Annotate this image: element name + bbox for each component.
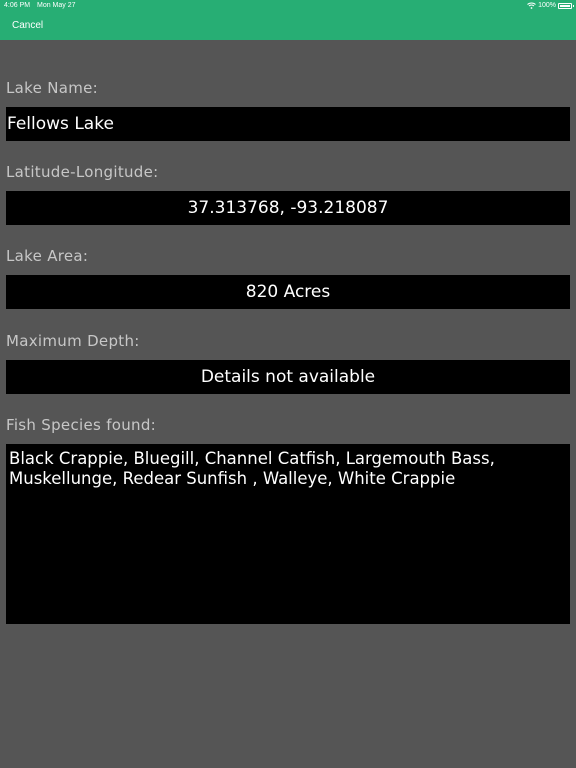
lat-long-field[interactable]: 37.313768, -93.218087 — [6, 191, 570, 225]
battery-percent: 100% — [538, 2, 556, 9]
fish-species-label: Fish Species found: — [6, 416, 157, 434]
lake-area-field[interactable]: 820 Acres — [6, 275, 570, 309]
lat-long-label: Latitude-Longitude: — [6, 163, 159, 181]
status-date: Mon May 27 — [37, 2, 76, 9]
navigation-bar: 4:06 PM Mon May 27 100% Cancel — [0, 0, 576, 40]
status-time: 4:06 PM — [4, 2, 31, 9]
cancel-button[interactable]: Cancel — [12, 19, 43, 32]
fish-species-field[interactable]: Black Crappie, Bluegill, Channel Catfish… — [6, 444, 570, 624]
max-depth-field[interactable]: Details not available — [6, 360, 570, 394]
lake-name-field[interactable]: Fellows Lake — [6, 107, 570, 141]
status-indicators: 100% — [527, 1, 574, 10]
wifi-icon — [527, 2, 536, 9]
max-depth-label: Maximum Depth: — [6, 332, 140, 350]
lake-area-label: Lake Area: — [6, 247, 89, 265]
battery-icon — [558, 2, 574, 9]
lake-name-label: Lake Name: — [6, 79, 99, 97]
